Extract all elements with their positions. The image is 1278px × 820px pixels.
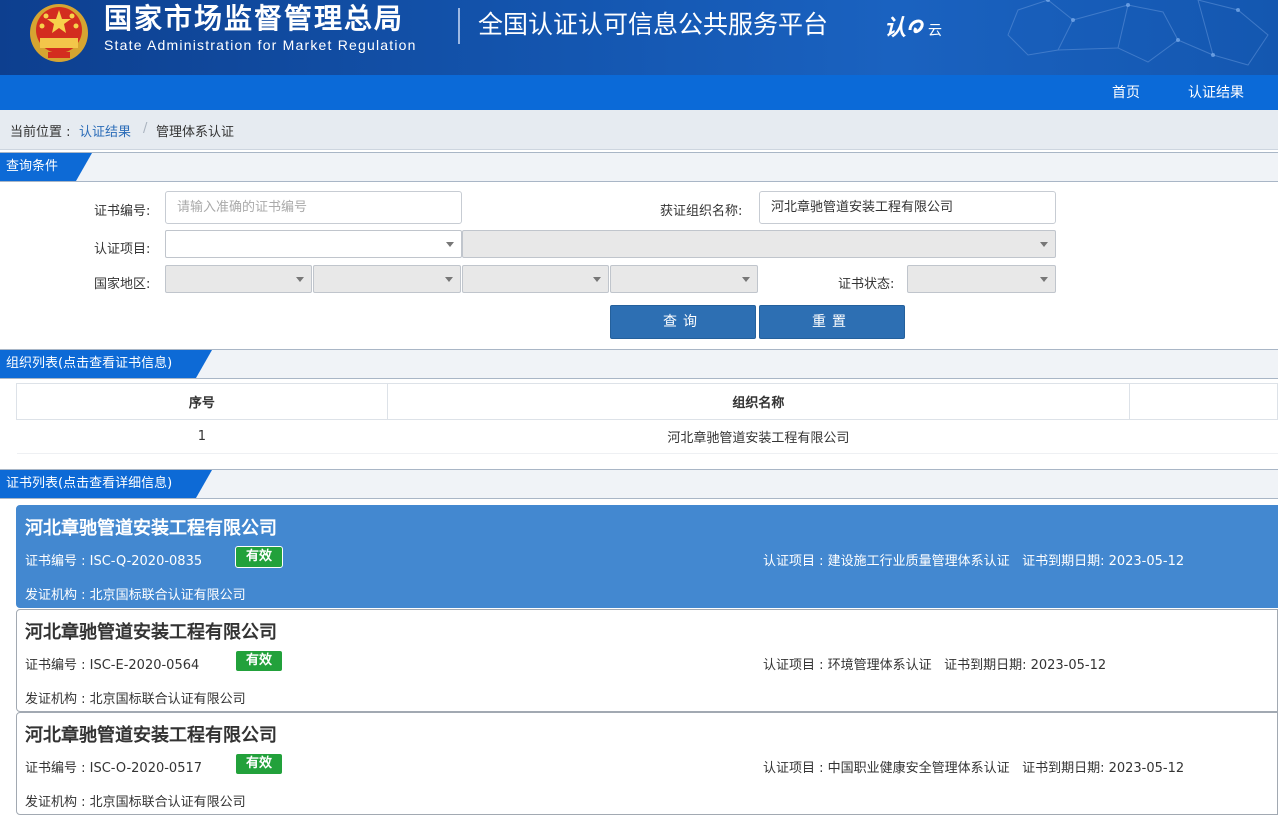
agency-name-cn: 国家市场监督管理总局 [104,2,405,35]
column-header-index: 序号 [16,383,388,420]
org-table-header-row: 序号 组织名称 [16,383,1278,420]
region-label: 国家地区: [94,277,151,292]
cert-project: 认证项目 : 环境管理体系认证 [763,658,932,673]
status-badge: 有效 [235,650,284,672]
org-table: 序号 组织名称 1 河北章驰管道安装工程有限公司 [16,383,1278,454]
project-label: 认证项目: [94,242,151,257]
cert-project: 认证项目 : 建设施工行业质量管理体系认证 [763,554,1010,569]
cert-number: 证书编号 : ISC-E-2020-0564 [25,658,200,673]
cert-card[interactable]: 河北章驰管道安装工程有限公司 证书编号 : ISC-Q-2020-0835 有效… [16,505,1278,608]
region-select-country[interactable] [165,265,312,293]
org-row-index: 1 [16,419,388,454]
query-section-title: 查询条件 [0,153,92,181]
header-divider [458,8,460,44]
cert-project-line: 认证项目 : 环境管理体系认证 证书到期日期: 2023-05-12 [763,654,1106,673]
region-select-district[interactable] [610,265,758,293]
cloud-swirl-icon [908,19,924,34]
cert-org-name: 河北章驰管道安装工程有限公司 [25,725,277,746]
cert-list-title: 证书列表(点击查看详细信息) [0,470,212,498]
national-emblem-icon [30,4,88,62]
table-row[interactable]: 1 河北章驰管道安装工程有限公司 [16,419,1278,454]
cert-project-line: 认证项目 : 中国职业健康安全管理体系认证 证书到期日期: 2023-05-12 [763,757,1184,776]
status-badge: 有效 [235,753,284,775]
agency-name-en: State Administration for Market Regulati… [104,37,417,53]
cert-issuer: 发证机构 : 北京国标联合认证有限公司 [25,588,246,603]
status-label: 证书状态: [838,277,895,292]
status-select[interactable] [907,265,1056,293]
breadcrumb-current: 管理体系认证 [156,125,235,140]
cloud-logo-sub: 云 [928,23,943,39]
platform-title: 全国认证认可信息公共服务平台 [478,10,829,39]
breadcrumb-link-results[interactable]: 认证结果 [79,121,131,140]
cloud-logo-main: 认 [884,16,907,41]
region-select-province[interactable] [313,265,461,293]
header-banner: 国家市场监督管理总局 State Administration for Mark… [0,0,1278,75]
status-badge: 有效 [235,546,284,568]
cert-project-line: 认证项目 : 建设施工行业质量管理体系认证 证书到期日期: 2023-05-12 [763,550,1184,569]
breadcrumb-prefix: 当前位置 : [10,125,71,140]
nav-home[interactable]: 首页 [1112,75,1140,110]
org-list-title: 组织列表(点击查看证书信息) [0,350,212,378]
org-row-extra [1129,419,1278,454]
cert-card[interactable]: 河北章驰管道安装工程有限公司 证书编号 : ISC-O-2020-0517 有效… [16,712,1278,815]
cert-issuer: 发证机构 : 北京国标联合认证有限公司 [25,692,246,707]
cloud-logo: 认云 [884,10,942,42]
cert-card[interactable]: 河北章驰管道安装工程有限公司 证书编号 : ISC-E-2020-0564 有效… [16,609,1278,712]
cert-number: 证书编号 : ISC-Q-2020-0835 [25,554,203,569]
cert-expiry: 证书到期日期: 2023-05-12 [1022,761,1185,776]
cert-org-name: 河北章驰管道安装工程有限公司 [25,622,277,643]
region-select-city[interactable] [462,265,609,293]
cert-org-name: 河北章驰管道安装工程有限公司 [25,518,277,539]
search-button[interactable]: 查询 [610,305,756,339]
cert-list-header: 证书列表(点击查看详细信息) [0,469,1278,499]
network-decoration-icon [1007,0,1269,66]
cert-project: 认证项目 : 中国职业健康安全管理体系认证 [763,761,1010,776]
cert-no-input[interactable]: 请输入准确的证书编号 [165,191,462,224]
reset-button[interactable]: 重置 [759,305,905,339]
column-header-extra [1129,383,1278,420]
org-row-name[interactable]: 河北章驰管道安装工程有限公司 [387,419,1130,454]
org-list-header: 组织列表(点击查看证书信息) [0,349,1278,379]
column-header-org-name: 组织名称 [386,383,1131,420]
nav-cert-results[interactable]: 认证结果 [1188,75,1244,110]
cert-no-label: 证书编号: [94,204,151,219]
org-name-label: 获证组织名称: [660,204,743,219]
cert-expiry: 证书到期日期: 2023-05-12 [1022,554,1185,569]
project-category-select[interactable] [165,230,462,258]
org-name-input[interactable]: 河北章驰管道安装工程有限公司 [759,191,1056,224]
cert-expiry: 证书到期日期: 2023-05-12 [944,658,1107,673]
breadcrumb-separator: / [143,121,148,136]
cert-issuer: 发证机构 : 北京国标联合认证有限公司 [25,795,246,810]
project-subcategory-select[interactable] [462,230,1056,258]
query-section-header: 查询条件 [0,152,1278,182]
breadcrumb: 当前位置 : 认证结果 / 管理体系认证 [0,110,1278,150]
top-nav: 首页 认证结果 [0,75,1278,110]
cert-number: 证书编号 : ISC-O-2020-0517 [25,761,203,776]
